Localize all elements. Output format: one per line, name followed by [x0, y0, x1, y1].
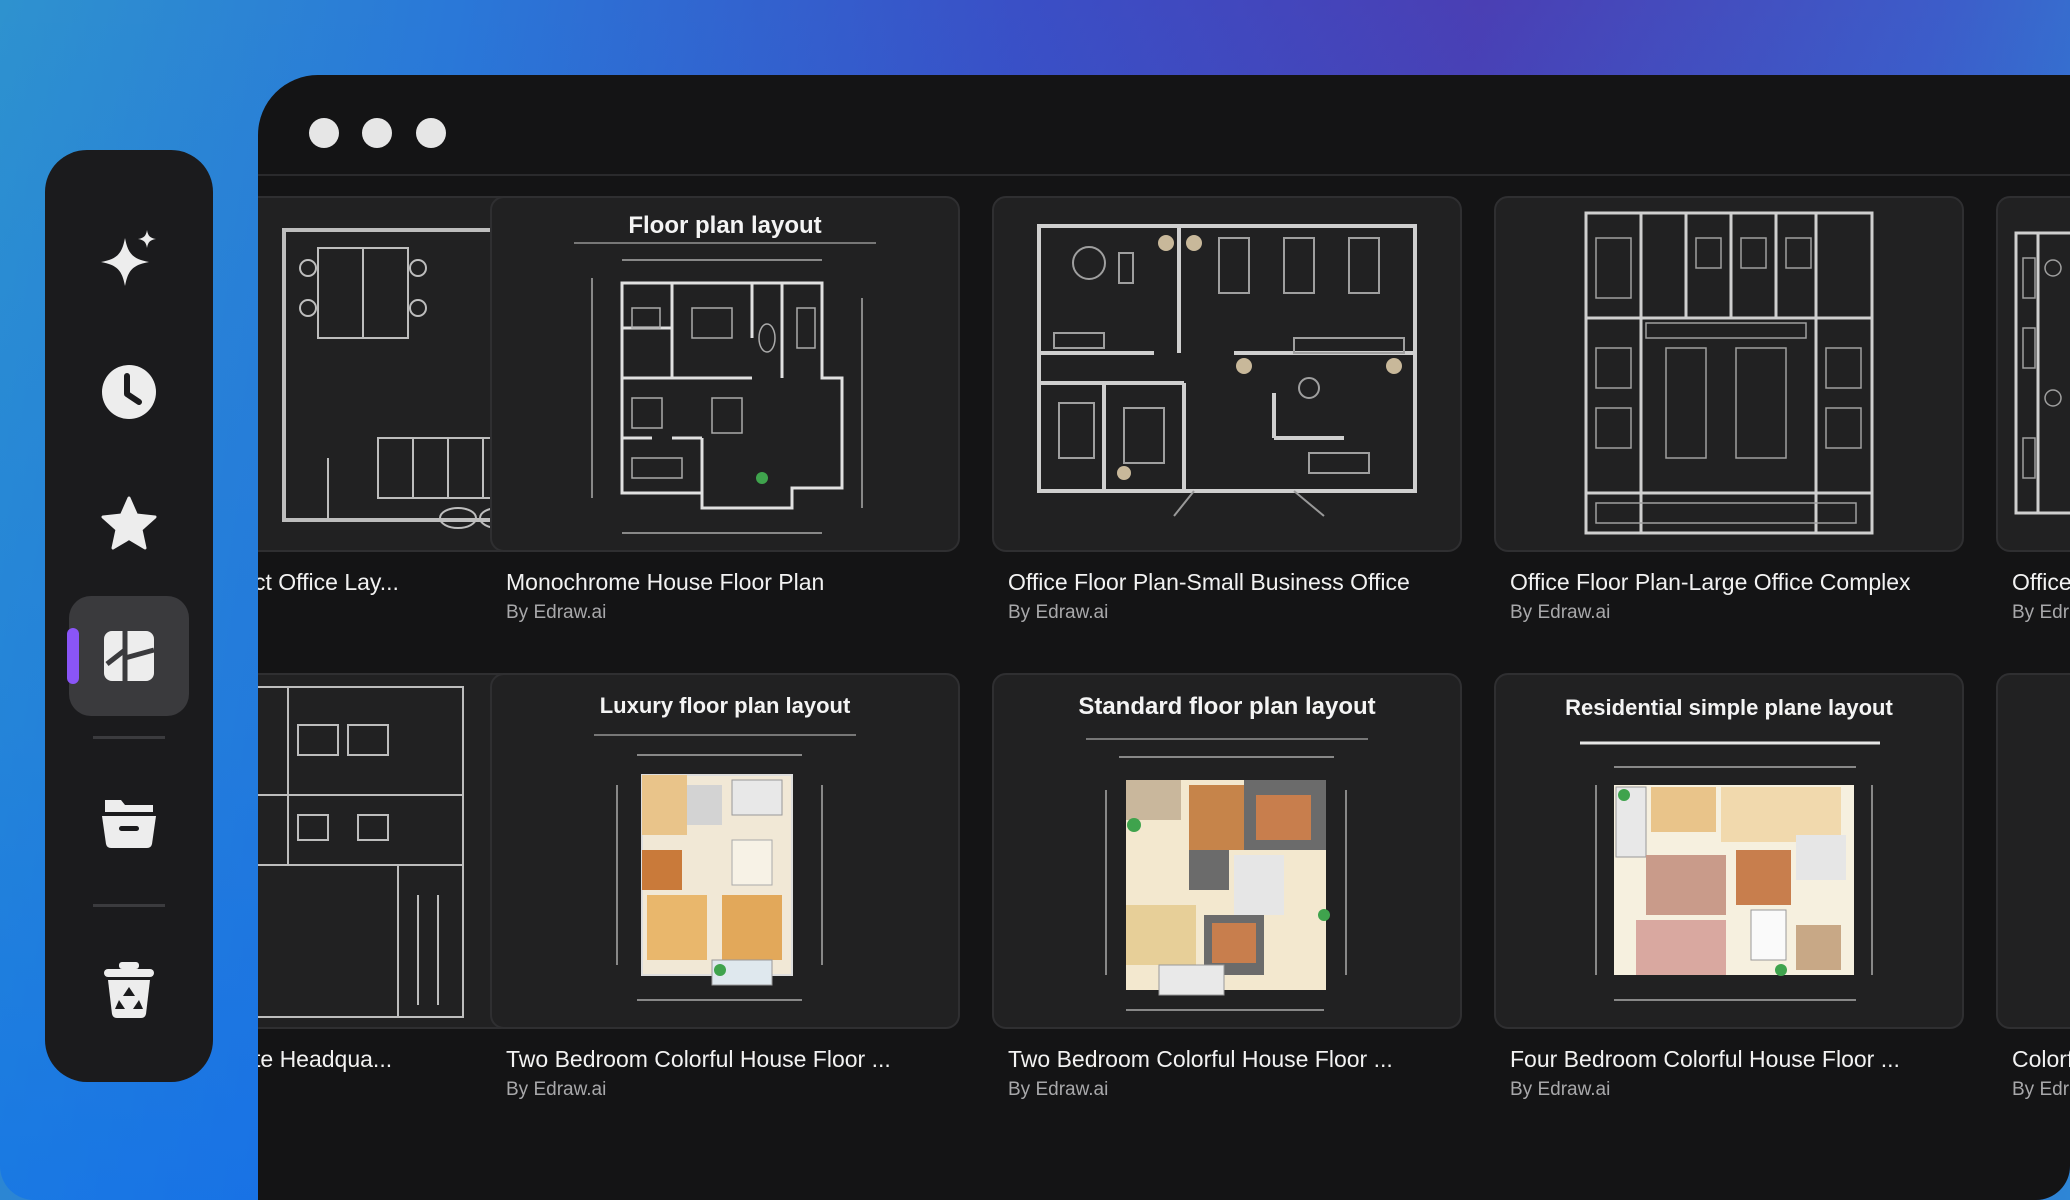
template-thumbnail [574, 242, 876, 534]
sidebar-item-files[interactable] [69, 762, 189, 882]
window-close-button[interactable] [309, 118, 339, 148]
sidebar-divider-2 [93, 904, 165, 907]
template-title: Office Floor Plan-Small Business Office [1008, 569, 1410, 595]
template-thumbnail [2014, 231, 2070, 515]
sidebar-item-favorites[interactable] [69, 464, 189, 584]
template-window: ct Office Lay... Floor plan layout Monoc… [258, 75, 2070, 1200]
window-maximize-button[interactable] [416, 118, 446, 148]
folder-icon [102, 800, 156, 848]
template-card[interactable]: Floor plan layout [490, 196, 960, 552]
template-title: Colorf [2012, 1046, 2070, 1072]
template-thumbnail [594, 734, 856, 1001]
template-author: By Edr [2012, 1079, 2070, 1100]
template-title: Office [2012, 569, 2070, 595]
sidebar [45, 150, 213, 1082]
template-title: Two Bedroom Colorful House Floor ... [506, 1046, 891, 1072]
template-author: By Edraw.ai [506, 1079, 607, 1100]
sidebar-item-templates[interactable] [67, 596, 189, 716]
clock-icon [102, 365, 156, 419]
sidebar-item-recycle-bin[interactable] [69, 930, 189, 1050]
active-indicator [67, 628, 79, 684]
template-author: By Edraw.ai [1008, 602, 1109, 623]
star-icon [101, 496, 157, 550]
template-thumbnail [1580, 741, 1880, 1001]
template-thumbnail [1037, 224, 1417, 517]
recycle-bin-icon [104, 962, 154, 1018]
template-card[interactable]: Residential simple plane layout [1494, 673, 1964, 1029]
template-card[interactable]: Standard floor plan layout [992, 673, 1462, 1029]
template-title: Office Floor Plan-Large Office Complex [1510, 569, 1911, 595]
template-card[interactable] [1996, 673, 2070, 1029]
sparkle-icon [101, 230, 156, 286]
template-title: Four Bedroom Colorful House Floor ... [1510, 1046, 1900, 1072]
template-title: ct Office Lay... [258, 569, 399, 595]
sidebar-item-ai[interactable] [69, 200, 189, 320]
template-icon [104, 631, 155, 681]
window-minimize-button[interactable] [362, 118, 392, 148]
sidebar-divider [93, 736, 165, 739]
app-frame: ct Office Lay... Floor plan layout Monoc… [0, 0, 2070, 1200]
template-card[interactable] [1996, 196, 2070, 552]
template-thumbnail [1584, 211, 1874, 535]
template-author: By Edraw.ai [1510, 1079, 1611, 1100]
template-author: By Edraw.ai [1510, 602, 1611, 623]
template-card[interactable] [1494, 196, 1964, 552]
template-author: By Edraw.ai [1008, 1079, 1109, 1100]
template-card[interactable]: Luxury floor plan layout [490, 673, 960, 1029]
template-author: By Edraw.ai [506, 602, 607, 623]
title-bar [258, 75, 2070, 176]
template-title: te Headqua... [258, 1046, 393, 1072]
template-thumbnail [1086, 738, 1368, 1011]
sidebar-item-recent[interactable] [69, 332, 189, 452]
template-author: By Edr [2012, 602, 2070, 623]
template-title: Monochrome House Floor Plan [506, 569, 825, 595]
template-card[interactable] [992, 196, 1462, 552]
template-title: Two Bedroom Colorful House Floor ... [1008, 1046, 1393, 1072]
